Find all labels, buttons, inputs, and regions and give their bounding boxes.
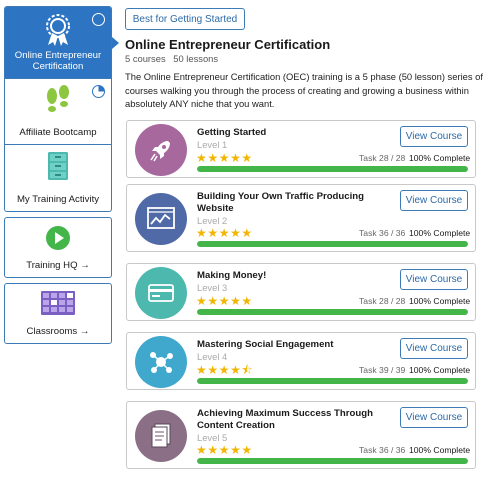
progress-bar <box>197 241 468 247</box>
progress-fill <box>197 309 468 315</box>
training-hq-label: Training HQ → <box>26 260 90 271</box>
progress-fill <box>197 241 468 247</box>
course-card: Mastering Social Engagement Level 4 ★★★★… <box>126 332 476 390</box>
progress-bar <box>197 166 468 172</box>
task-count: Task 39 / 39 <box>359 365 406 375</box>
sidebar-item-label: Online Entrepreneur Certification <box>14 50 102 72</box>
sidebar-item-affiliate-bootcamp[interactable]: Affiliate Bootcamp <box>5 79 111 145</box>
complete-status: 100% Complete <box>409 153 471 163</box>
complete-status: 100% Complete <box>409 296 471 306</box>
course-level: Level 2 <box>197 215 228 226</box>
training-hq-link[interactable]: Training HQ → <box>4 217 112 278</box>
course-meta: 5 courses 50 lessons <box>125 53 218 64</box>
classrooms-link[interactable]: Classrooms → <box>4 283 112 344</box>
credit-card-icon <box>135 267 187 319</box>
grid-icon <box>41 291 75 318</box>
rating-stars-icon: ★★★★★ <box>196 294 253 308</box>
progress-bar <box>197 458 468 464</box>
view-course-button[interactable]: View Course <box>400 407 468 428</box>
progress-circle-icon <box>92 13 105 26</box>
progress-circle-icon <box>92 85 105 98</box>
chart-monitor-icon <box>135 193 187 245</box>
view-course-button[interactable]: View Course <box>400 338 468 359</box>
complete-status: 100% Complete <box>409 365 471 375</box>
course-card: Achieving Maximum Success Through Conten… <box>126 401 476 469</box>
rocket-icon <box>135 124 187 176</box>
progress-fill <box>197 458 468 464</box>
footprints-icon <box>43 85 73 118</box>
complete-status: 100% Complete <box>409 445 471 455</box>
award-ribbon-icon <box>43 13 73 50</box>
task-count: Task 36 / 36 <box>359 445 406 455</box>
sidebar-item-my-training-activity[interactable]: My Training Activity <box>5 145 111 211</box>
course-level: Level 1 <box>197 139 228 150</box>
course-card: Making Money! Level 3 ★★★★★ Task 28 / 28… <box>126 263 476 321</box>
lessons-count: 50 lessons <box>173 53 219 64</box>
view-course-button[interactable]: View Course <box>400 126 468 147</box>
progress-bar <box>197 309 468 315</box>
course-card: Getting Started Level 1 ★★★★★ Task 28 / … <box>126 120 476 178</box>
rating-stars-icon: ★★★★⯪ <box>196 363 254 377</box>
task-count: Task 28 / 28 <box>359 296 406 306</box>
best-for-getting-started-button[interactable]: Best for Getting Started <box>125 8 245 30</box>
view-course-button[interactable]: View Course <box>400 269 468 290</box>
course-title: Getting Started <box>197 127 267 138</box>
certification-description: The Online Entrepreneur Certification (O… <box>125 71 483 109</box>
progress-fill <box>197 378 468 384</box>
page-title: Online Entrepreneur Certification <box>125 37 331 52</box>
rating-stars-icon: ★★★★★ <box>196 443 253 457</box>
course-title: Mastering Social Engagement <box>197 339 334 350</box>
task-count: Task 36 / 36 <box>359 228 406 238</box>
documents-icon <box>135 410 187 462</box>
sidebar: Online Entrepreneur Certification Affili… <box>4 6 112 344</box>
sidebar-item-label: Affiliate Bootcamp <box>19 127 97 138</box>
course-level: Level 5 <box>197 432 228 443</box>
sidebar-item-oec[interactable]: Online Entrepreneur Certification <box>5 7 111 79</box>
sidebar-item-label: My Training Activity <box>16 194 100 205</box>
active-pointer-icon <box>112 37 119 49</box>
course-title: Achieving Maximum Success Through Conten… <box>197 408 373 431</box>
file-cabinet-icon <box>46 151 70 184</box>
sidebar-group: Online Entrepreneur Certification Affili… <box>4 6 112 212</box>
rating-stars-icon: ★★★★★ <box>196 226 253 240</box>
courses-count: 5 courses <box>125 53 166 64</box>
rating-stars-icon: ★★★★★ <box>196 151 253 165</box>
classrooms-label: Classrooms → <box>26 326 90 337</box>
course-card: Building Your Own Traffic Producing Webs… <box>126 184 476 252</box>
progress-fill <box>197 166 468 172</box>
course-title: Making Money! <box>197 270 267 281</box>
play-icon <box>45 225 71 254</box>
social-network-icon <box>135 336 187 388</box>
view-course-button[interactable]: View Course <box>400 190 468 211</box>
progress-bar <box>197 378 468 384</box>
course-level: Level 3 <box>197 282 228 293</box>
complete-status: 100% Complete <box>409 228 471 238</box>
course-title: Building Your Own Traffic Producing Webs… <box>197 191 365 214</box>
course-level: Level 4 <box>197 351 228 362</box>
task-count: Task 28 / 28 <box>359 153 406 163</box>
